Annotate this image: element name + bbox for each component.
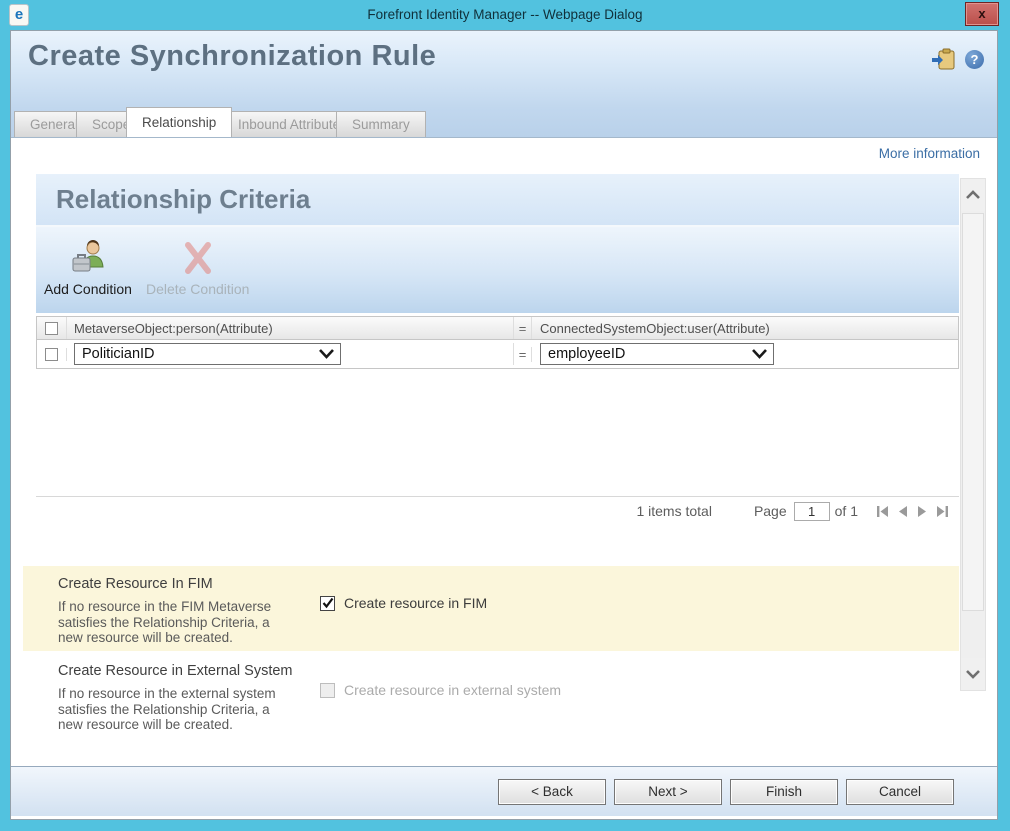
- select-all-checkbox[interactable]: [45, 321, 58, 335]
- page-title: Create Synchronization Rule: [28, 40, 437, 72]
- create-resource-external-section: Create Resource in External System If no…: [23, 653, 959, 738]
- create-resource-in-fim-label[interactable]: Create resource in FIM: [344, 595, 487, 611]
- export-clipboard-icon[interactable]: [932, 48, 956, 70]
- delete-condition-label: Delete Condition: [145, 281, 250, 297]
- create-resource-in-fim-section: Create Resource In FIM If no resource in…: [23, 566, 959, 651]
- more-information-link[interactable]: More information: [879, 146, 980, 161]
- add-condition-button[interactable]: Add Condition: [44, 237, 132, 297]
- row-operator: =: [514, 346, 532, 362]
- external-section-description: If no resource in the external system sa…: [58, 686, 276, 732]
- title-bar: e Forefront Identity Manager -- Webpage …: [0, 0, 1010, 30]
- tab-relationship[interactable]: Relationship: [126, 107, 233, 137]
- external-section-title: Create Resource in External System: [58, 663, 293, 679]
- criteria-toolbar: Add Condition Delete Condition: [36, 227, 959, 313]
- condition-row: PoliticianID = employeeID: [36, 339, 959, 369]
- connected-attribute-dropdown[interactable]: employeeID: [540, 343, 774, 365]
- condition-table-header: MetaverseObject:person(Attribute) = Conn…: [36, 316, 959, 339]
- items-total-text: 1 items total: [636, 503, 712, 519]
- cancel-button[interactable]: Cancel: [846, 779, 954, 805]
- fim-section-description: If no resource in the FIM Metaverse sati…: [58, 599, 272, 645]
- scroll-up-icon[interactable]: [961, 179, 985, 211]
- connected-attribute-value: employeeID: [548, 346, 626, 362]
- row-checkbox[interactable]: [45, 347, 58, 361]
- webpage-dialog-window: e Forefront Identity Manager -- Webpage …: [0, 0, 1010, 831]
- next-button[interactable]: Next >: [614, 779, 722, 805]
- checkmark-icon: [322, 597, 333, 609]
- dialog-body: Create Synchronization Rule ? General Sc…: [10, 30, 998, 820]
- tab-summary[interactable]: Summary: [336, 111, 426, 137]
- header-operator: =: [514, 317, 532, 339]
- scroll-down-icon[interactable]: [961, 658, 985, 690]
- metaverse-attribute-dropdown[interactable]: PoliticianID: [74, 343, 341, 365]
- footer-bar: < Back Next > Finish Cancel: [11, 766, 997, 816]
- next-page-icon[interactable]: [916, 505, 929, 518]
- add-condition-label: Add Condition: [44, 281, 132, 297]
- delete-condition-x-icon: [177, 237, 219, 279]
- relationship-criteria-panel: Relationship Criteria Add Condition Dele…: [36, 174, 959, 525]
- relationship-criteria-header: Relationship Criteria: [36, 174, 959, 227]
- page-label: Page: [753, 503, 787, 519]
- last-page-icon[interactable]: [936, 505, 949, 518]
- pagination-bar: 1 items total Page of 1: [36, 496, 959, 525]
- vertical-scrollbar[interactable]: [960, 178, 986, 691]
- back-button[interactable]: < Back: [498, 779, 606, 805]
- close-button[interactable]: x: [965, 2, 999, 26]
- chevron-down-icon: [752, 349, 767, 359]
- close-icon: x: [978, 6, 986, 21]
- page-of-label: of 1: [834, 503, 858, 519]
- page-number-input[interactable]: [793, 501, 830, 521]
- header-metaverse-attribute: MetaverseObject:person(Attribute): [67, 317, 514, 339]
- tab-strip: General Scope Relationship Inbound Attri…: [11, 107, 997, 138]
- finish-button[interactable]: Finish: [730, 779, 838, 805]
- section-title: Relationship Criteria: [56, 184, 311, 214]
- fim-section-title: Create Resource In FIM: [58, 576, 213, 592]
- previous-page-icon[interactable]: [896, 505, 909, 518]
- first-page-icon[interactable]: [876, 505, 889, 518]
- header-connected-attribute: ConnectedSystemObject:user(Attribute): [540, 320, 770, 336]
- list-empty-space: [36, 369, 959, 496]
- help-icon[interactable]: ?: [965, 49, 984, 69]
- add-condition-person-icon: [67, 237, 109, 279]
- metaverse-attribute-value: PoliticianID: [82, 346, 155, 362]
- tab-content: More information Relationship Criteria A…: [11, 138, 997, 819]
- scrollbar-thumb[interactable]: [962, 213, 984, 611]
- dialog-header: Create Synchronization Rule ?: [11, 31, 997, 108]
- create-resource-external-checkbox: [320, 682, 335, 698]
- delete-condition-button: Delete Condition: [145, 237, 250, 297]
- create-resource-in-fim-checkbox[interactable]: [320, 595, 335, 611]
- chevron-down-icon: [319, 349, 334, 359]
- window-title: Forefront Identity Manager -- Webpage Di…: [367, 7, 643, 22]
- create-resource-external-label: Create resource in external system: [344, 682, 562, 698]
